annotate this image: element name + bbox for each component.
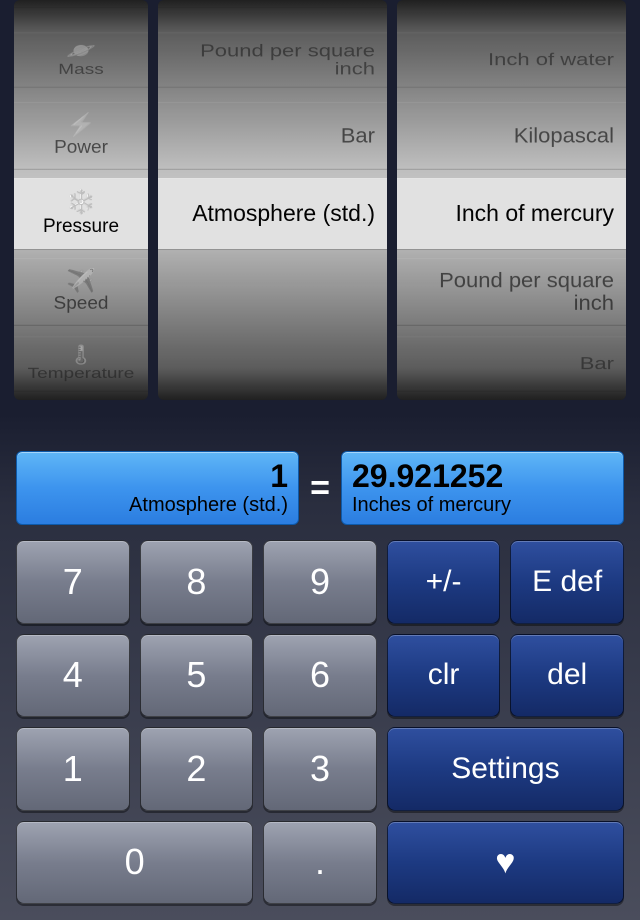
category-item: ✈️Speed [14, 258, 148, 326]
key-delete[interactable]: del [510, 634, 624, 718]
key-favorite[interactable]: ♥ [387, 821, 624, 905]
from-unit-item-selected: Atmosphere (std.) [158, 178, 387, 250]
output-value: 29.921252 [352, 459, 613, 494]
keypad: 7 8 9 +/- E def 4 5 6 clr del 1 2 3 Sett… [16, 540, 624, 904]
category-item-selected: ❄️Pressure [14, 178, 148, 250]
category-item: ⚡Power [14, 102, 148, 170]
key-1[interactable]: 1 [16, 727, 130, 811]
key-edef[interactable]: E def [510, 540, 624, 624]
output-unit-label: Inches of mercury [352, 494, 613, 517]
key-5[interactable]: 5 [140, 634, 254, 718]
category-item: 🌡️Temperature [14, 336, 148, 391]
key-settings[interactable]: Settings [387, 727, 624, 811]
category-wheel[interactable]: 📀Information 🪐Mass ⚡Power ❄️Pressure ✈️S… [14, 0, 148, 400]
to-unit-item: Pound per square inch [397, 258, 626, 326]
to-unit-item: Kilopascal [397, 102, 626, 170]
key-6[interactable]: 6 [263, 634, 377, 718]
from-unit-item: Bar [158, 102, 387, 170]
to-unit-item-selected: Inch of mercury [397, 178, 626, 250]
key-clear[interactable]: clr [387, 634, 501, 718]
key-9[interactable]: 9 [263, 540, 377, 624]
key-8[interactable]: 8 [140, 540, 254, 624]
result-row: 1 Atmosphere (std.) = 29.921252 Inches o… [16, 451, 624, 525]
input-value: 1 [27, 459, 288, 494]
from-unit-item: Inch of mercury [158, 0, 387, 8]
to-unit-wheel[interactable]: Millimeter of mercury Inch of water Kilo… [397, 0, 626, 400]
category-item: 🪐Mass [14, 32, 148, 87]
from-unit-wheel[interactable]: Inch of mercury Pound per square inch Ba… [158, 0, 387, 400]
equals-sign: = [305, 451, 335, 525]
output-value-pane[interactable]: 29.921252 Inches of mercury [341, 451, 624, 525]
category-item: 📀Information [14, 0, 148, 8]
key-2[interactable]: 2 [140, 727, 254, 811]
input-value-pane[interactable]: 1 Atmosphere (std.) [16, 451, 299, 525]
key-decimal[interactable]: . [263, 821, 377, 905]
key-3[interactable]: 3 [263, 727, 377, 811]
unit-picker: 📀Information 🪐Mass ⚡Power ❄️Pressure ✈️S… [14, 0, 626, 400]
key-0[interactable]: 0 [16, 821, 253, 905]
to-unit-item: Inch of water [397, 32, 626, 87]
key-7[interactable]: 7 [16, 540, 130, 624]
key-4[interactable]: 4 [16, 634, 130, 718]
key-sign[interactable]: +/- [387, 540, 501, 624]
to-unit-item: Bar [397, 336, 626, 391]
from-unit-item: Pound per square inch [158, 32, 387, 87]
heart-icon: ♥ [495, 843, 515, 882]
input-unit-label: Atmosphere (std.) [27, 494, 288, 517]
